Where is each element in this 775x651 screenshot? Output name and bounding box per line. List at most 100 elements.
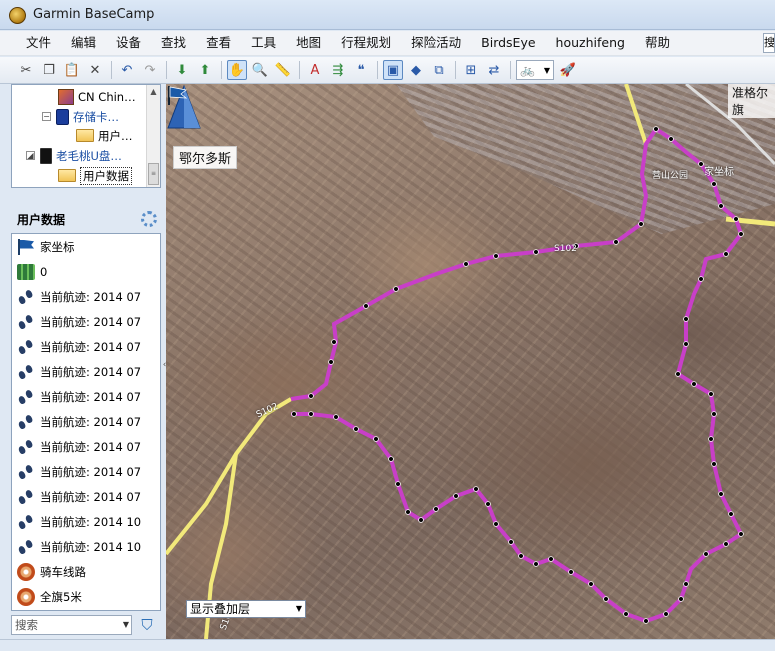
list-item-label: 当前航迹: 2014 10 [40, 539, 142, 554]
tree-item-user-folder[interactable]: 用户… [76, 126, 133, 145]
menu-find[interactable]: 查找 [151, 32, 196, 54]
hand-tool-icon[interactable]: ✋ [227, 60, 247, 80]
list-item[interactable]: 当前航迹: 2014 10 [12, 534, 160, 559]
scroll-up-icon[interactable]: ▲ [147, 85, 160, 98]
track-icon [17, 389, 35, 405]
list-item-label: 当前航迹: 2014 10 [40, 514, 142, 529]
sync-icon[interactable]: ⇄ [484, 60, 504, 80]
track-icon [17, 489, 35, 505]
list-item[interactable]: 当前航迹: 2014 07 [12, 309, 160, 334]
launch-icon[interactable]: 🚀 [558, 60, 578, 80]
list-item[interactable]: 骑车线路 [12, 559, 160, 584]
collapse-icon[interactable]: − [42, 112, 51, 121]
chevron-down-icon[interactable]: ▼ [123, 616, 129, 634]
tree-item-label: 存储卡… [73, 109, 119, 124]
send-to-device-icon[interactable]: ⬆ [195, 60, 215, 80]
tree-item-storage-card[interactable]: − 存储卡… [42, 107, 119, 126]
tree-item-user-data[interactable]: 用户数据 [58, 166, 132, 185]
receive-from-device-icon[interactable]: ⬇ [172, 60, 192, 80]
chevron-down-icon: ▼ [543, 65, 550, 75]
route-icon [17, 562, 35, 581]
measure-tool-icon[interactable]: 📏 [273, 60, 293, 80]
poi-label: 营山公园 [652, 171, 689, 181]
zoom-tool-icon[interactable]: 🔍 [250, 60, 270, 80]
list-item[interactable]: 当前航迹: 2014 10 [12, 509, 160, 534]
list-item-label: 当前航迹: 2014 07 [40, 439, 142, 454]
track-line[interactable] [290, 126, 744, 624]
collapse-icon[interactable]: ◢ [26, 151, 35, 160]
tree-item-label: 用户… [98, 128, 133, 143]
overlay-select[interactable]: 显示叠加层 ▼ [186, 600, 306, 618]
list-item[interactable]: 当前航迹: 2014 07 [12, 334, 160, 359]
menu-file[interactable]: 文件 [16, 32, 61, 54]
track-icon [17, 289, 35, 305]
filter-icon[interactable]: ⛉ [138, 616, 156, 634]
menu-device[interactable]: 设备 [106, 32, 151, 54]
list-item[interactable]: 当前航迹: 2014 07 [12, 409, 160, 434]
toolbar-separator [510, 61, 511, 79]
paste-icon[interactable]: 📋 [62, 60, 82, 80]
search-input[interactable]: 搜索 ▼ [11, 615, 132, 635]
tree-item-cn-china[interactable]: CN Chin… [58, 87, 136, 106]
track-icon [17, 464, 35, 480]
menu-search-box[interactable]: 搜 [763, 33, 775, 53]
list-item-label: 当前航迹: 2014 07 [40, 489, 142, 504]
chevron-down-icon: ▼ [295, 604, 302, 613]
folder-icon [76, 129, 94, 142]
new-route-icon[interactable]: ⇶ [328, 60, 348, 80]
search-placeholder: 搜索 [15, 618, 38, 632]
menu-help[interactable]: 帮助 [635, 32, 680, 54]
list-item[interactable]: 0 [12, 259, 160, 284]
toolbar-separator [111, 61, 112, 79]
list-item-label: 当前航迹: 2014 07 [40, 414, 142, 429]
map-3d-icon[interactable]: ◆ [406, 60, 426, 80]
cut-icon[interactable]: ✂ [16, 60, 36, 80]
toolbar-separator [299, 61, 300, 79]
list-item[interactable]: 当前航迹: 2014 07 [12, 384, 160, 409]
tree-scrollbar[interactable]: ▲ ≡ [146, 85, 160, 187]
fit-map-icon[interactable]: ⊞ [461, 60, 481, 80]
new-waypoint-icon[interactable]: A [305, 60, 325, 80]
list-item[interactable]: 当前航迹: 2014 07 [12, 459, 160, 484]
list-item[interactable]: 当前航迹: 2014 07 [12, 359, 160, 384]
menu-trip-planner[interactable]: 行程规划 [331, 32, 401, 54]
delete-icon[interactable]: ✕ [85, 60, 105, 80]
menu-view[interactable]: 查看 [196, 32, 241, 54]
district-label: 准格尔旗 [728, 84, 775, 118]
layers-icon[interactable]: ⧉ [429, 60, 449, 80]
list-item-label: 当前航迹: 2014 07 [40, 314, 142, 329]
list-item[interactable]: 当前航迹: 2014 07 [12, 434, 160, 459]
menu-tools[interactable]: 工具 [241, 32, 286, 54]
copy-icon[interactable]: ❐ [39, 60, 59, 80]
menu-adventures[interactable]: 探险活动 [401, 32, 471, 54]
new-track-icon[interactable]: ❝ [351, 60, 371, 80]
gear-icon[interactable] [141, 211, 157, 227]
road [624, 84, 648, 145]
list-item[interactable]: 当前航迹: 2014 07 [12, 484, 160, 509]
list-item-label: 骑车线路 [40, 564, 86, 579]
road [166, 397, 293, 556]
menu-map[interactable]: 地图 [286, 32, 331, 54]
scroll-thumb[interactable]: ≡ [148, 163, 159, 185]
menu-edit[interactable]: 编辑 [61, 32, 106, 54]
map-view[interactable]: 鄂尔多斯 准格尔旗 家坐标 S102 S102 S102 营山公园 显示叠加层 … [166, 84, 775, 639]
menu-account[interactable]: houzhifeng [546, 32, 635, 54]
usb-drive-icon [40, 147, 52, 164]
list-item[interactable]: 家坐标 [12, 234, 160, 259]
track-icon [17, 314, 35, 330]
track-icon [17, 514, 35, 530]
activity-profile-select[interactable]: 🚲 ▼ [516, 60, 554, 80]
route-icon [17, 587, 35, 606]
map-2d-icon[interactable]: ▣ [383, 60, 403, 80]
home-flag-icon[interactable] [166, 84, 188, 106]
tree-item-label: 老毛桃U盘… [56, 148, 122, 163]
undo-icon[interactable]: ↶ [117, 60, 137, 80]
redo-icon[interactable]: ↷ [140, 60, 160, 80]
list-item[interactable]: 全旗5米 [12, 584, 160, 609]
group-icon [17, 263, 35, 280]
tree-item-label: CN Chin… [78, 89, 136, 104]
menu-birdseye[interactable]: BirdsEye [471, 32, 545, 54]
toolbar-separator [221, 61, 222, 79]
list-item[interactable]: 当前航迹: 2014 07 [12, 284, 160, 309]
tree-item-usb-drive[interactable]: ◢ 老毛桃U盘… [26, 146, 122, 165]
